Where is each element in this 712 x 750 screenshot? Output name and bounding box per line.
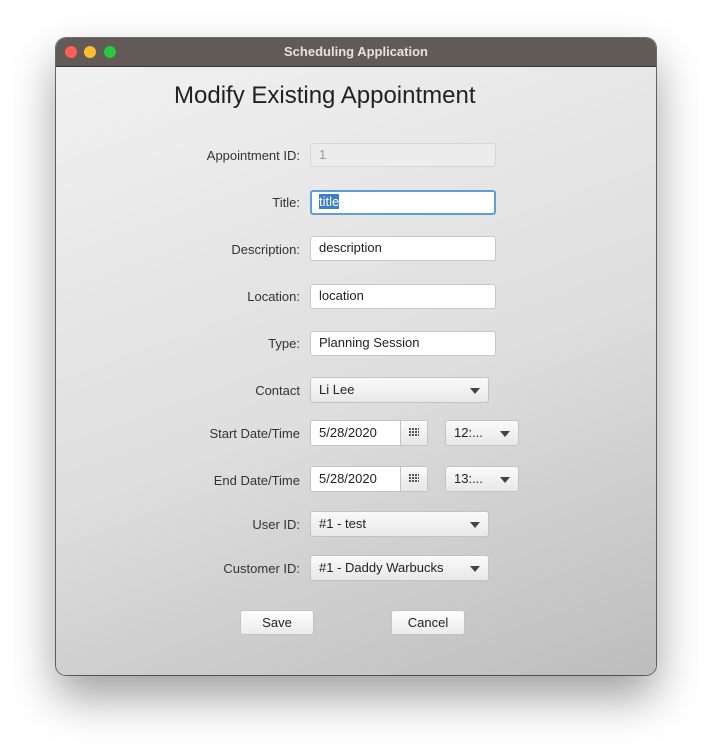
end-date-picker[interactable]: 5/28/2020 [310,466,428,492]
page-title: Modify Existing Appointment [174,82,476,109]
start-date-picker[interactable]: 5/28/2020 [310,420,428,446]
end-date-calendar-button[interactable] [400,467,427,491]
title-bar[interactable]: Scheduling Application [56,38,656,67]
start-date-calendar-button[interactable] [400,421,427,445]
title-label: Title: [272,195,300,210]
contact-label: Contact [255,383,300,398]
customer-id-select-value: #1 - Daddy Warbucks [319,560,444,575]
chevron-down-icon [470,522,480,528]
cancel-button[interactable]: Cancel [391,610,465,635]
appointment-id-label: Appointment ID: [206,148,300,163]
customer-id-select[interactable]: #1 - Daddy Warbucks [310,555,489,581]
chevron-down-icon [470,388,480,394]
location-label: Location: [247,289,300,304]
window-title: Scheduling Application [284,44,428,59]
type-input[interactable]: Planning Session [310,331,496,356]
end-date-value: 5/28/2020 [319,471,377,486]
title-input-value: title [319,194,340,209]
start-datetime-label: Start Date/Time [209,426,300,441]
calendar-icon [409,474,419,483]
start-time-value: 12:... [454,425,483,440]
appointment-id-field: 1 [310,143,496,167]
end-datetime-label: End Date/Time [213,473,300,488]
user-id-select[interactable]: #1 - test [310,511,489,537]
end-time-value: 13:... [454,471,483,486]
customer-id-label: Customer ID: [223,561,300,576]
start-time-select[interactable]: 12:... [445,420,519,446]
end-time-select[interactable]: 13:... [445,466,519,492]
chevron-down-icon [470,566,480,572]
location-input[interactable]: location [310,284,496,309]
user-id-label: User ID: [252,517,300,532]
chevron-down-icon [500,431,510,437]
description-label: Description: [231,242,300,257]
type-label: Type: [268,336,300,351]
contact-select[interactable]: Li Lee [310,377,489,403]
start-date-value: 5/28/2020 [319,425,377,440]
description-input[interactable]: description [310,236,496,261]
contact-select-value: Li Lee [319,382,355,397]
app-window: Scheduling Application Modify Existing A… [56,38,656,675]
user-id-select-value: #1 - test [319,516,366,531]
title-input[interactable]: title [310,190,496,215]
calendar-icon [409,428,419,437]
save-button[interactable]: Save [240,610,314,635]
chevron-down-icon [500,477,510,483]
